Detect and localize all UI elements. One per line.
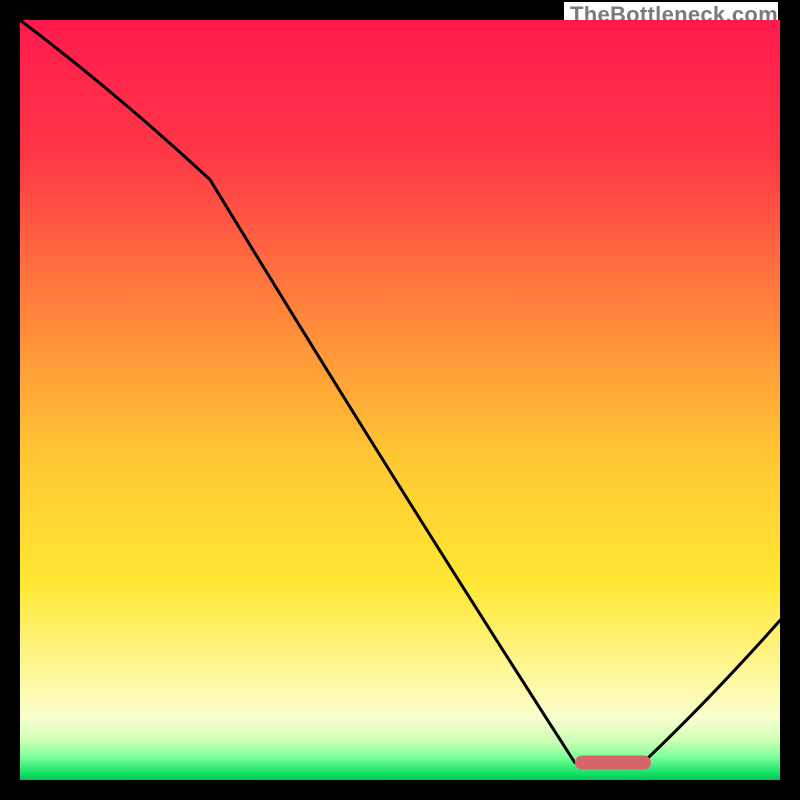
plot-area	[20, 20, 780, 780]
chart-frame: TheBottleneck.com	[0, 0, 800, 800]
bottleneck-curve	[20, 20, 780, 763]
curve-layer	[20, 20, 780, 780]
recommended-range-marker	[575, 756, 651, 770]
